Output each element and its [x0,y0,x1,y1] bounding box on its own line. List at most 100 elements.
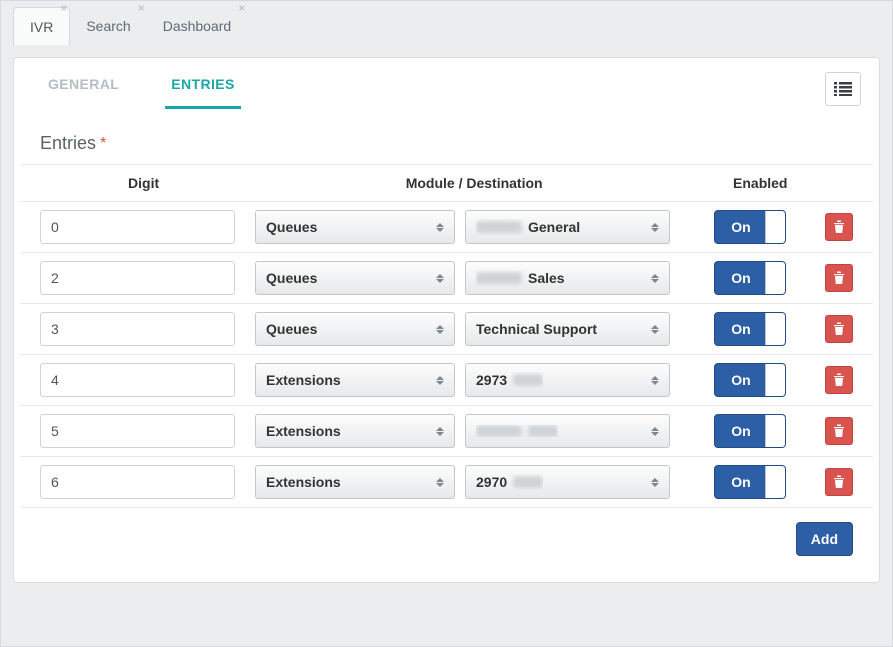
header-enabled: Enabled [701,175,819,191]
digit-input[interactable] [40,261,235,295]
destination-select-label: Technical Support [476,321,597,337]
table-row: Extensions On [20,406,873,457]
enabled-toggle[interactable]: On [714,261,786,295]
module-select-label: Queues [266,270,317,286]
toggle-knob [765,466,785,498]
redacted-text [528,425,558,437]
table-footer: Add [20,508,873,574]
module-select-label: Queues [266,321,317,337]
top-tab-label: Dashboard [163,18,232,34]
delete-button[interactable] [825,417,853,445]
delete-button[interactable] [825,213,853,241]
trash-icon [833,475,845,489]
destination-select[interactable]: Sales [465,261,670,295]
enabled-toggle[interactable]: On [714,210,786,244]
table-row: Queues General On [20,202,873,253]
delete-button[interactable] [825,264,853,292]
module-select-label: Extensions [266,372,341,388]
close-icon[interactable]: × [60,2,67,14]
digit-input[interactable] [40,210,235,244]
trash-icon [833,373,845,387]
table-row: Extensions 2970 On [20,457,873,508]
destination-text: Sales [528,270,565,286]
close-icon[interactable]: × [238,2,245,14]
destination-select[interactable] [465,414,670,448]
required-star: * [100,135,106,153]
module-select[interactable]: Queues [255,261,455,295]
delete-button[interactable] [825,366,853,394]
close-icon[interactable]: × [138,2,145,14]
destination-text: 2970 [476,474,507,490]
destination-text: General [528,219,580,235]
trash-icon [833,271,845,285]
enabled-toggle[interactable]: On [714,363,786,397]
module-select[interactable]: Queues [255,210,455,244]
add-button[interactable]: Add [796,522,853,556]
chevron-updown-icon [651,321,663,337]
destination-select-label: 2973 [476,372,543,388]
module-select[interactable]: Extensions [255,465,455,499]
destination-text: Technical Support [476,321,597,337]
trash-icon [833,322,845,336]
chevron-updown-icon [651,270,663,286]
top-tab-dashboard[interactable]: Dashboard× [147,7,248,45]
delete-button[interactable] [825,468,853,496]
chevron-updown-icon [436,270,448,286]
module-select[interactable]: Extensions [255,363,455,397]
enabled-toggle[interactable]: On [714,312,786,346]
module-select-label: Extensions [266,474,341,490]
tab-general[interactable]: GENERAL [42,76,125,109]
destination-select-label: Sales [476,270,565,286]
list-view-button[interactable] [825,72,861,106]
enabled-toggle[interactable]: On [714,465,786,499]
tab-entries[interactable]: ENTRIES [165,76,240,109]
destination-select[interactable]: 2973 [465,363,670,397]
top-tab-ivr[interactable]: IVR× [13,7,70,45]
destination-select-label: General [476,219,580,235]
trash-icon [833,424,845,438]
digit-input[interactable] [40,312,235,346]
enabled-toggle[interactable]: On [714,414,786,448]
digit-input[interactable] [40,363,235,397]
main-panel: GENERAL ENTRIES Entries * Digit [13,57,880,583]
table-row: Queues Technical Support On [20,304,873,355]
redacted-text [476,272,522,284]
app-frame: IVR×Search×Dashboard× GENERAL ENTRIES [0,0,893,647]
delete-button[interactable] [825,315,853,343]
toggle-label: On [715,372,767,388]
header-digit: Digit [40,175,247,191]
toggle-label: On [715,423,767,439]
toggle-label: On [715,321,767,337]
toggle-label: On [715,474,767,490]
chevron-updown-icon [436,423,448,439]
toggle-knob [765,364,785,396]
list-icon [834,82,852,96]
chevron-updown-icon [436,474,448,490]
trash-icon [833,220,845,234]
module-select-label: Queues [266,219,317,235]
top-tab-search[interactable]: Search× [70,7,146,45]
destination-select[interactable]: 2970 [465,465,670,499]
redacted-text [513,476,543,488]
destination-select-label [476,425,558,437]
module-select[interactable]: Extensions [255,414,455,448]
table-row: Queues Sales On [20,253,873,304]
chevron-updown-icon [651,474,663,490]
inner-tabs: GENERAL ENTRIES [14,58,879,109]
module-select-label: Extensions [266,423,341,439]
chevron-updown-icon [436,219,448,235]
section-title-row: Entries * [20,127,873,165]
header-module: Module / Destination [247,175,701,191]
destination-select[interactable]: General [465,210,670,244]
digit-input[interactable] [40,465,235,499]
top-tabs: IVR×Search×Dashboard× [1,1,892,45]
redacted-text [513,374,543,386]
destination-select[interactable]: Technical Support [465,312,670,346]
module-select[interactable]: Queues [255,312,455,346]
section-title: Entries [40,133,96,154]
table-body: Queues General On Queues Sales On Queues Techni… [20,202,873,508]
chevron-updown-icon [436,321,448,337]
toggle-knob [765,415,785,447]
digit-input[interactable] [40,414,235,448]
chevron-updown-icon [436,372,448,388]
